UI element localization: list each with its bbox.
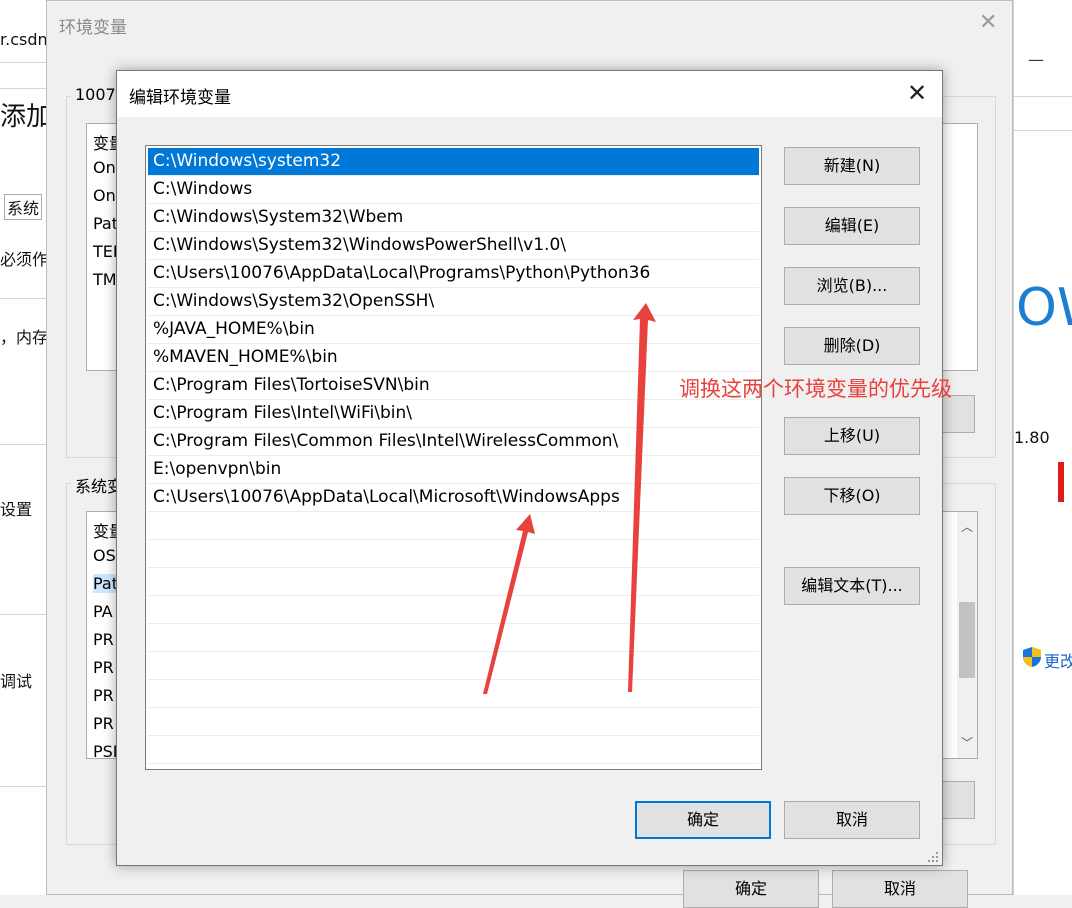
divider (0, 786, 46, 787)
bg-fragment: 必须作 (0, 250, 49, 269)
scroll-up-icon[interactable]: ︿ (961, 518, 973, 535)
list-item[interactable]: On (93, 186, 116, 205)
system-delete-button-fragment[interactable] (939, 781, 975, 819)
divider (0, 614, 46, 615)
arrow-to-windowsapps (483, 514, 535, 694)
bg-fragment: r.csdn (0, 30, 48, 49)
scrollbar-thumb[interactable] (959, 602, 975, 678)
minimize-icon: — (1028, 50, 1044, 69)
red-bar (1058, 462, 1064, 502)
divider (0, 444, 46, 445)
divider (0, 88, 46, 89)
bg-fragment: OW (1016, 278, 1072, 338)
list-item[interactable]: PR (93, 658, 114, 677)
arrow-to-python36 (628, 303, 656, 692)
outer-close-icon[interactable]: ✕ (979, 12, 999, 34)
list-item[interactable]: Pat (93, 214, 118, 233)
bg-fragment: 添加 (0, 102, 53, 132)
background-window-left: r.csdn 添加 系统 必须作 ，内存 设置 调试 (0, 0, 52, 895)
outer-dialog-title: 环境变量 (59, 18, 127, 38)
shield-icon (1022, 646, 1042, 668)
edit-environment-variable-dialog: 编辑环境变量 ✕ C:\Windows\system32 C:\Windows C:… (116, 70, 952, 866)
list-item[interactable]: Pat (93, 574, 119, 593)
divider (1014, 96, 1072, 97)
list-item[interactable]: PR (93, 686, 114, 705)
user-variables-label: 1007 (71, 85, 120, 104)
list-item[interactable]: PR (93, 714, 114, 733)
bg-fragment: 1.80 (1014, 428, 1050, 447)
list-item[interactable]: TM (93, 270, 117, 289)
bg-fragment: 系统 (4, 194, 43, 220)
list-item[interactable]: OS (93, 546, 116, 565)
change-settings-link[interactable]: 更改 (1044, 648, 1072, 672)
bg-fragment: 设置 (0, 500, 33, 519)
divider (0, 298, 46, 299)
list-item[interactable]: PR (93, 630, 114, 649)
bg-fragment: 调试 (0, 672, 33, 691)
annotation-arrows (483, 303, 656, 694)
scroll-down-icon[interactable]: ﹀ (961, 734, 973, 751)
outer-cancel-button[interactable]: 取消 (832, 870, 968, 908)
list-item[interactable]: TEI (93, 242, 118, 261)
divider (1014, 130, 1072, 131)
bg-fragment: ，内存 (0, 328, 49, 347)
list-item[interactable]: On (93, 158, 116, 177)
outer-ok-button[interactable]: 确定 (683, 870, 819, 908)
system-list-scrollbar[interactable]: ︿ ﹀ (957, 512, 977, 758)
list-item[interactable]: PA (93, 602, 113, 621)
divider (0, 62, 46, 63)
list-item[interactable]: PSI (93, 742, 118, 758)
background-window-right: — OW 1.80 更改 (1013, 0, 1072, 895)
